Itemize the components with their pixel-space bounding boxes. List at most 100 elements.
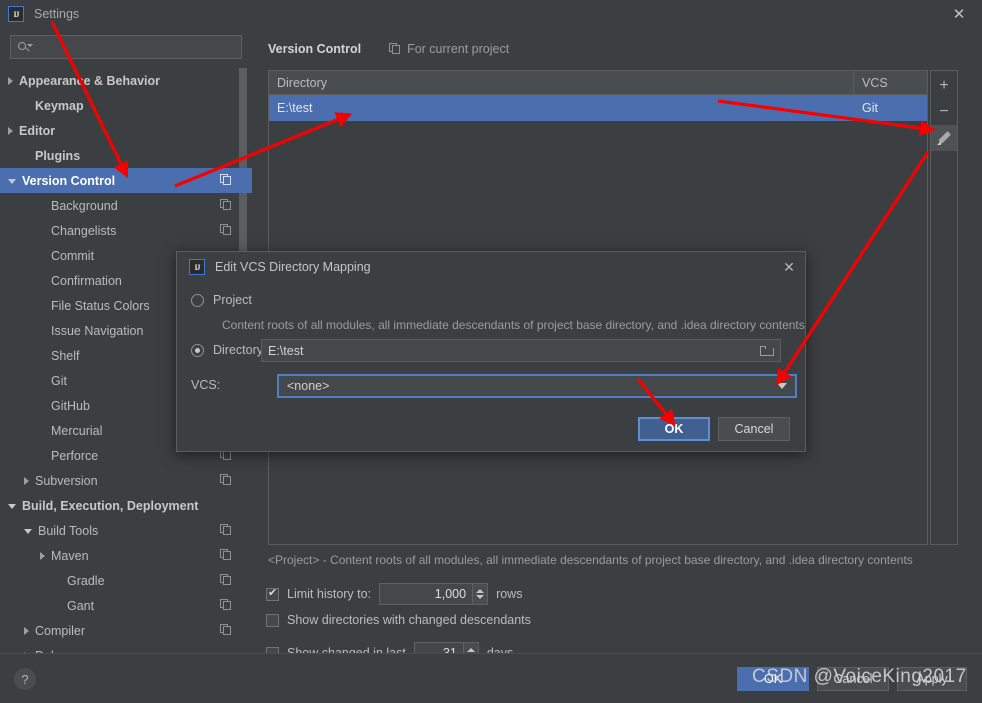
dialog-close-icon[interactable]: ✕ bbox=[777, 256, 801, 278]
page-title: Version Control bbox=[268, 42, 362, 56]
window-title: Settings bbox=[34, 7, 80, 21]
settings-apply-button[interactable]: Apply bbox=[897, 667, 967, 691]
search-icon bbox=[17, 40, 33, 54]
sidebar-item-subversion[interactable]: Subversion bbox=[0, 468, 252, 493]
cell-vcs: Git bbox=[862, 101, 878, 115]
project-radio-label: Project bbox=[213, 293, 252, 307]
add-mapping-button[interactable]: + bbox=[931, 73, 957, 99]
directory-radio[interactable] bbox=[191, 343, 204, 357]
limit-history-input[interactable] bbox=[380, 587, 473, 601]
directory-path-field[interactable] bbox=[261, 339, 781, 362]
sidebar-item-label: Appearance & Behavior bbox=[19, 73, 161, 88]
project-radio-row[interactable]: Project bbox=[191, 293, 252, 307]
limit-history-checkbox[interactable] bbox=[266, 586, 279, 601]
copy-icon bbox=[220, 524, 232, 536]
sidebar-item-label: Gant bbox=[67, 598, 95, 613]
chevron-down-icon[interactable] bbox=[24, 529, 32, 534]
close-icon[interactable]: ✕ bbox=[936, 0, 982, 28]
chevron-right-icon[interactable] bbox=[24, 626, 29, 635]
help-button[interactable]: ? bbox=[14, 668, 36, 690]
sidebar-item-build-execution-deployment[interactable]: Build, Execution, Deployment bbox=[0, 493, 252, 518]
sidebar-item-label: Changelists bbox=[51, 223, 117, 238]
sidebar-search-wrap bbox=[0, 28, 252, 65]
sidebar-item-label: GitHub bbox=[51, 398, 90, 413]
sidebar-item-label: Compiler bbox=[35, 623, 86, 638]
chevron-right-icon[interactable] bbox=[24, 476, 29, 485]
chevron-right-icon[interactable] bbox=[8, 126, 13, 135]
directory-radio-row[interactable]: Directory: bbox=[191, 343, 266, 357]
search-input[interactable] bbox=[31, 40, 235, 54]
sidebar-item-label: Background bbox=[51, 198, 118, 213]
settings-cancel-button[interactable]: Cancel bbox=[817, 667, 889, 691]
limit-history-suffix: rows bbox=[496, 587, 523, 601]
edit-mapping-button[interactable] bbox=[931, 125, 957, 151]
table-toolbar: + − bbox=[930, 70, 958, 545]
sidebar-item-label: Plugins bbox=[35, 148, 81, 163]
chevron-right-icon[interactable] bbox=[40, 551, 45, 560]
vcs-dropdown[interactable]: <none> bbox=[277, 374, 797, 398]
sidebar-item-label: Issue Navigation bbox=[51, 323, 144, 338]
panel-header: Version Control For current project bbox=[252, 28, 982, 60]
search-box[interactable] bbox=[10, 35, 242, 59]
remove-mapping-button[interactable]: − bbox=[931, 99, 957, 125]
sidebar-item-label: Maven bbox=[51, 548, 89, 563]
sidebar-item-plugins[interactable]: Plugins bbox=[0, 143, 252, 168]
sidebar-item-build-tools[interactable]: Build Tools bbox=[0, 518, 252, 543]
copy-icon bbox=[220, 549, 232, 561]
sidebar-item-appearance-behavior[interactable]: Appearance & Behavior bbox=[0, 68, 252, 93]
dialog-bottom-bar: ? OK Cancel Apply bbox=[0, 653, 982, 703]
settings-ok-button[interactable]: OK bbox=[737, 667, 809, 691]
sidebar-item-debugger[interactable]: Debugger bbox=[0, 643, 252, 653]
sidebar-item-label: Keymap bbox=[35, 98, 84, 113]
sidebar-item-label: Gradle bbox=[67, 573, 105, 588]
for-current-project-text: For current project bbox=[407, 42, 510, 56]
chevron-down-icon[interactable] bbox=[8, 504, 16, 509]
chevron-right-icon[interactable] bbox=[8, 76, 13, 85]
sidebar-item-label: Editor bbox=[19, 123, 56, 138]
copy-icon bbox=[220, 224, 232, 236]
directory-path-input[interactable] bbox=[268, 343, 760, 358]
show-directories-label: Show directories with changed descendant… bbox=[287, 613, 531, 627]
limit-history-stepper-arrows[interactable] bbox=[472, 584, 488, 604]
sidebar-item-version-control[interactable]: Version Control bbox=[0, 168, 252, 193]
chevron-down-icon[interactable] bbox=[777, 383, 787, 389]
sidebar-item-label: Confirmation bbox=[51, 273, 122, 288]
pencil-icon bbox=[937, 131, 951, 145]
sidebar-item-gant[interactable]: Gant bbox=[0, 593, 252, 618]
copy-icon bbox=[220, 474, 232, 486]
show-directories-row: Show directories with changed descendant… bbox=[266, 613, 531, 627]
sidebar-item-gradle[interactable]: Gradle bbox=[0, 568, 252, 593]
vcs-label-row: VCS: bbox=[191, 378, 220, 392]
dialog-title: Edit VCS Directory Mapping bbox=[215, 260, 371, 274]
sidebar-item-keymap[interactable]: Keymap bbox=[0, 93, 252, 118]
sidebar-item-editor[interactable]: Editor bbox=[0, 118, 252, 143]
project-radio[interactable] bbox=[191, 293, 204, 307]
sidebar-item-label: Mercurial bbox=[51, 423, 103, 438]
sidebar-item-label: Version Control bbox=[22, 173, 116, 188]
sidebar-item-label: Git bbox=[51, 373, 67, 388]
dialog-cancel-button[interactable]: Cancel bbox=[718, 417, 790, 441]
browse-folder-icon[interactable] bbox=[760, 345, 774, 356]
dialog-ok-button[interactable]: OK bbox=[638, 417, 710, 441]
chevron-down-icon[interactable] bbox=[8, 179, 16, 184]
sidebar-item-maven[interactable]: Maven bbox=[0, 543, 252, 568]
sidebar-item-background[interactable]: Background bbox=[0, 193, 252, 218]
sidebar-item-compiler[interactable]: Compiler bbox=[0, 618, 252, 643]
limit-history-label: Limit history to: bbox=[287, 587, 372, 601]
limit-history-stepper[interactable] bbox=[379, 583, 489, 605]
copy-icon bbox=[389, 43, 401, 55]
sidebar-item-label: Perforce bbox=[51, 448, 99, 463]
show-directories-checkbox[interactable] bbox=[266, 613, 279, 627]
for-current-project-label: For current project bbox=[389, 42, 509, 56]
directory-radio-label: Directory: bbox=[213, 343, 267, 357]
vcs-label: VCS: bbox=[191, 378, 221, 392]
table-row[interactable]: E:\test Git bbox=[269, 95, 927, 121]
sidebar-item-label: Subversion bbox=[35, 473, 98, 488]
copy-icon bbox=[220, 574, 232, 586]
sidebar-item-label: Commit bbox=[51, 248, 95, 263]
copy-icon bbox=[220, 599, 232, 611]
copy-icon bbox=[220, 174, 232, 186]
column-header-directory[interactable]: Directory bbox=[269, 71, 854, 94]
sidebar-item-changelists[interactable]: Changelists bbox=[0, 218, 252, 243]
column-header-vcs[interactable]: VCS bbox=[854, 71, 927, 94]
